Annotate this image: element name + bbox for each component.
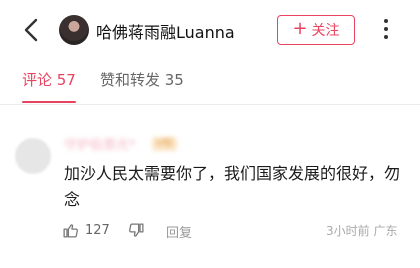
user-badge: V标 [152, 137, 177, 151]
follow-label: 关注 [311, 23, 340, 39]
like-count: 127 [85, 223, 110, 238]
page-title[interactable]: 哈佛蒋雨融Luanna [96, 19, 235, 43]
divider [0, 104, 420, 105]
back-arrow-icon[interactable] [22, 18, 42, 42]
active-tab-indicator [22, 101, 76, 103]
tab-bar: 评论 57 赞和转发 35 [0, 60, 420, 105]
comment-location: 广东 [373, 224, 398, 238]
tab-comments[interactable]: 评论 57 [22, 69, 76, 90]
tab-likes-reposts[interactable]: 赞和转发 35 [100, 69, 184, 90]
dislike-button[interactable] [128, 222, 145, 239]
thumbs-down-icon [129, 223, 144, 237]
plus-icon: + [292, 18, 308, 39]
comment-text: 加沙人民太需要你了，我们国家发展的很好，勿念 [64, 164, 401, 209]
comment-meta: 3小时前 广东 [326, 222, 397, 239]
comment-time: 3小时前 [326, 224, 370, 238]
follow-button[interactable]: + 关注 [277, 15, 355, 45]
user-avatar[interactable] [59, 15, 89, 45]
commenter-avatar[interactable] [15, 138, 51, 174]
like-button[interactable]: 127 [62, 222, 110, 239]
thumbs-up-icon [63, 224, 78, 238]
more-vertical-icon[interactable] [380, 17, 392, 43]
commenter-username[interactable]: 守护伯恩光* [64, 134, 136, 153]
reply-button[interactable]: 回复 [166, 222, 192, 241]
top-bar: 哈佛蒋雨融Luanna + 关注 [0, 0, 420, 60]
